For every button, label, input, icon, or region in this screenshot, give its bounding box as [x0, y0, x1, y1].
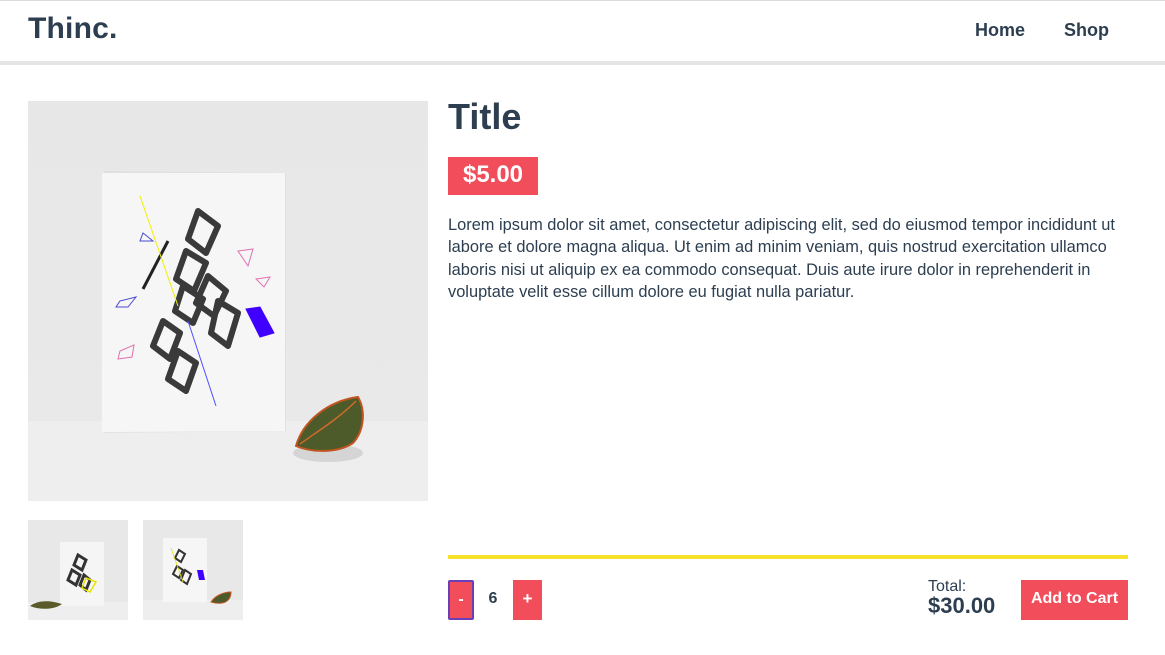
- navbar-divider: [0, 61, 1165, 65]
- cart-divider: [448, 555, 1128, 559]
- quantity-value: 6: [488, 590, 498, 607]
- add-to-cart-button[interactable]: Add to Cart: [1021, 580, 1128, 620]
- nav-link-shop[interactable]: Shop: [1064, 20, 1109, 41]
- navbar: Thinc. Home Shop: [0, 1, 1165, 61]
- quantity-increase-button[interactable]: +: [513, 580, 542, 620]
- product-main-image: [28, 101, 428, 501]
- brand-logo[interactable]: Thinc.: [28, 12, 118, 46]
- nav-link-home[interactable]: Home: [975, 20, 1025, 41]
- quantity-decrease-button[interactable]: -: [448, 580, 474, 620]
- product-title: Title: [448, 96, 522, 137]
- product-description: Lorem ipsum dolor sit amet, consectetur …: [448, 216, 1115, 301]
- product-thumbnail-2[interactable]: [143, 520, 243, 620]
- total-value: $30.00: [928, 593, 996, 618]
- product-thumbnail-1[interactable]: [28, 520, 128, 620]
- price-badge: $5.00: [448, 157, 538, 195]
